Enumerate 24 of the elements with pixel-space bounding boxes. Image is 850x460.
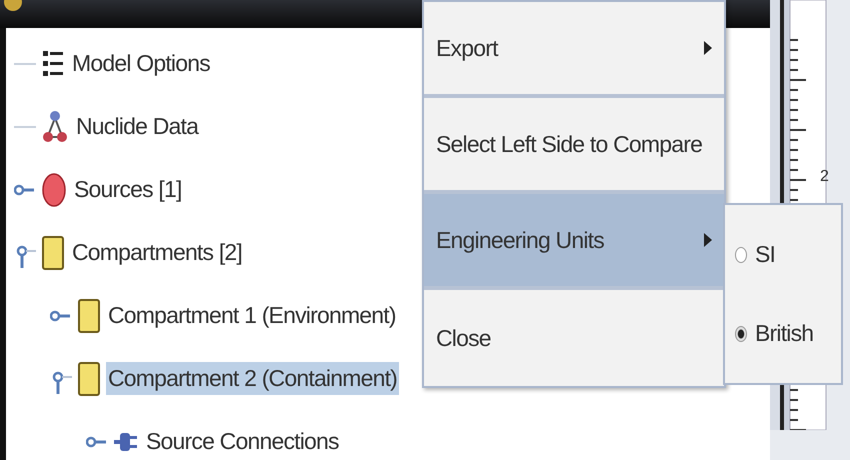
submenu-arrow-icon [704,41,712,55]
box-icon [42,236,64,270]
ruler-label: 2 [820,168,829,186]
app-icon [4,0,22,12]
radio-label[interactable]: SI [755,241,776,268]
tree-item[interactable]: Sources [1] [72,173,184,206]
tree-item[interactable]: Nuclide Data [74,110,200,143]
tree-item[interactable]: Compartments [2] [70,236,244,269]
molecule-icon [42,110,68,144]
submenu-arrow-icon [704,233,712,247]
box-icon [78,362,100,396]
tree-item[interactable]: Compartment 2 (Containment) [106,362,400,395]
radio-label[interactable]: British [755,320,814,347]
radio-button[interactable] [735,246,747,262]
menu-item[interactable]: Close [424,290,724,386]
tree-item[interactable]: Compartment 1 (Environment) [106,299,398,332]
list-icon [42,48,64,78]
circle-icon [42,172,66,206]
radio-button[interactable] [735,326,747,342]
menu-item[interactable]: Export [424,2,724,98]
box-icon [78,298,100,332]
tree-item[interactable]: Model Options [70,47,212,80]
tree-item[interactable]: Source Connections [144,425,341,458]
menu-item[interactable]: Engineering Units [424,194,724,290]
